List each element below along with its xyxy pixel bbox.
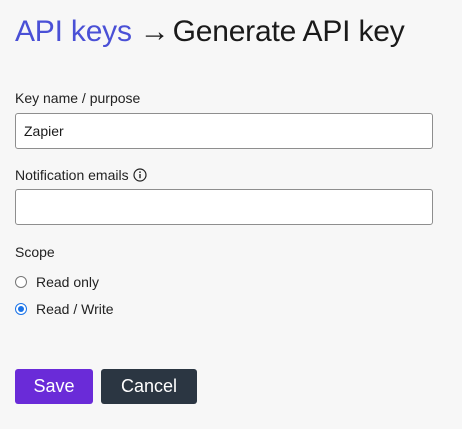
scope-label: Scope	[15, 244, 55, 260]
radio-read-only[interactable]	[15, 276, 27, 288]
breadcrumb-api-keys-link[interactable]: API keys	[15, 15, 132, 48]
notification-emails-label: Notification emails	[15, 167, 129, 183]
cancel-button[interactable]: Cancel	[101, 369, 197, 404]
scope-option-read-write[interactable]: Read / Write	[15, 300, 114, 318]
page-title: API keys → Generate API key	[15, 12, 405, 52]
notification-emails-label-row: Notification emails	[15, 166, 147, 186]
notification-emails-input[interactable]	[15, 189, 433, 225]
scope-option-read-only[interactable]: Read only	[15, 273, 99, 291]
key-name-label: Key name / purpose	[15, 90, 141, 106]
radio-read-write[interactable]	[15, 303, 27, 315]
save-button[interactable]: Save	[15, 369, 93, 404]
info-icon[interactable]	[133, 168, 147, 186]
breadcrumb-current: Generate API key	[172, 15, 405, 48]
key-name-input[interactable]	[15, 113, 433, 149]
scope-option-label: Read only	[36, 274, 100, 290]
scope-option-label: Read / Write	[36, 301, 114, 317]
arrow-right-icon: →	[139, 15, 170, 48]
